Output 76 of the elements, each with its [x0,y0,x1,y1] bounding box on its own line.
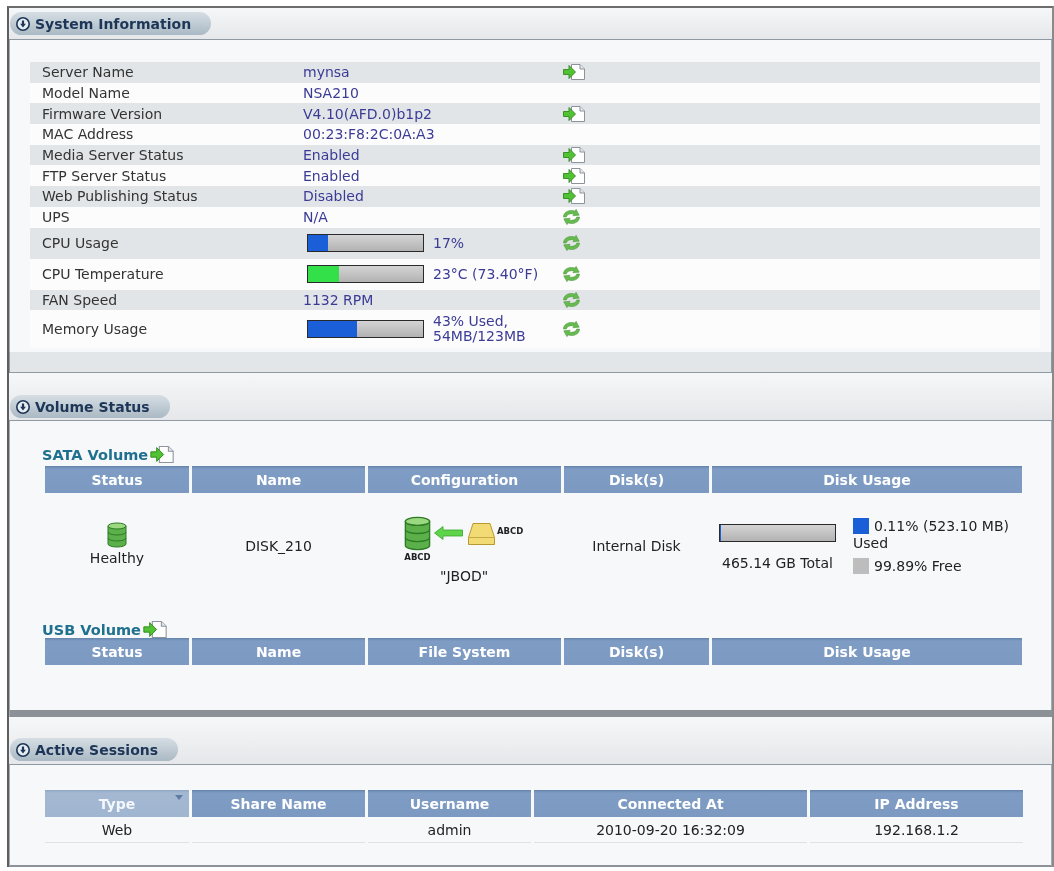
field-value: 00:23:F8:2C:0A:A3 [303,126,435,143]
drive-label: ABCD [497,527,524,537]
table-cell: 192.168.1.2 [810,817,1023,844]
page-arrow-icon[interactable] [563,64,585,81]
drive-label: ABCD [404,553,431,563]
field-label: UPS [41,209,71,226]
page-arrow-icon[interactable] [563,105,585,122]
field-label: Server Name [41,64,135,81]
section-tab[interactable]: Active Sessions [10,738,179,762]
legend-label: 0.11% (523.10 MB) Used [853,518,1009,552]
raid-type-label: "JBOD" [440,568,489,585]
page-arrow-icon[interactable] [150,446,175,464]
section-tab[interactable]: System Information [10,12,212,35]
column-header: Configuration [368,466,561,494]
column-header: Disk Usage [712,638,1022,666]
field-value: Enabled [303,147,360,164]
page-arrow-icon[interactable] [563,167,585,184]
column-header: File System [368,638,561,666]
field-value: 1132 RPM [303,291,374,308]
meter-reading: 43% Used, 54MB/123MB [433,312,527,347]
volume-icon [404,516,431,552]
field-label: MAC Address [41,126,135,143]
legend-label: 99.89% Free [874,558,962,575]
meter-reading: 23°C (73.40°F) [433,264,539,284]
column-header: Disk(s) [564,638,709,666]
section-tab[interactable]: Volume Status [10,395,170,419]
column-header[interactable]: Share Name [192,790,365,818]
column-header[interactable]: Username [368,790,531,818]
column-header: Disk Usage [712,466,1022,494]
field-label: Model Name [41,85,131,102]
collapse-icon[interactable] [16,742,30,757]
field-label: Firmware Version [41,105,164,122]
refresh-icon[interactable] [563,291,580,308]
usage-total: 465.14 GB Total [721,555,833,572]
refresh-icon[interactable] [563,266,580,282]
field-value: NSA210 [303,85,359,102]
refresh-icon[interactable] [563,235,580,251]
field-label: FAN Speed [41,291,119,308]
field-label: Media Server Status [41,147,185,164]
volume-group-title: USB Volume [42,622,141,639]
left-arrow-icon [434,526,463,541]
collapse-icon[interactable] [16,399,30,414]
column-header[interactable]: Type [45,790,189,818]
column-header[interactable]: Connected At [534,790,807,818]
refresh-icon[interactable] [563,321,580,338]
meter-reading: 17% [433,233,465,253]
sort-caret-icon[interactable] [175,795,183,801]
field-value: mynsa [303,64,350,81]
status-label: Healthy [89,549,145,566]
table-cell: admin [368,817,531,844]
refresh-icon[interactable] [563,209,580,226]
column-header: Disk(s) [564,466,709,494]
page-arrow-icon[interactable] [142,621,167,639]
field-label: CPU Usage [41,235,120,251]
column-header: Status [45,466,189,494]
column-header: Name [192,466,365,494]
field-label: CPU Temperature [41,266,165,282]
volume-group-title: SATA Volume [42,447,149,464]
field-value: N/A [303,209,328,226]
table-cell-text: DISK_210 [244,537,313,557]
field-value: Enabled [303,167,360,184]
page-arrow-icon[interactable] [563,147,585,164]
field-value: V4.10(AFD.0)b1p2 [303,105,433,122]
column-header: Status [45,638,189,666]
table-cell: 2010-09-20 16:32:09 [534,817,807,844]
collapse-icon[interactable] [16,16,30,31]
volume-icon [107,521,127,548]
column-header: Name [192,638,365,666]
field-label: Web Publishing Status [41,188,199,205]
column-header[interactable]: IP Address [810,790,1023,818]
table-cell: Web [45,817,189,844]
page-arrow-icon[interactable] [563,188,585,205]
field-label: FTP Server Status [41,167,168,184]
field-value: Disabled [303,188,364,205]
table-cell-text: Internal Disk [591,537,682,557]
field-label: Memory Usage [41,321,148,338]
